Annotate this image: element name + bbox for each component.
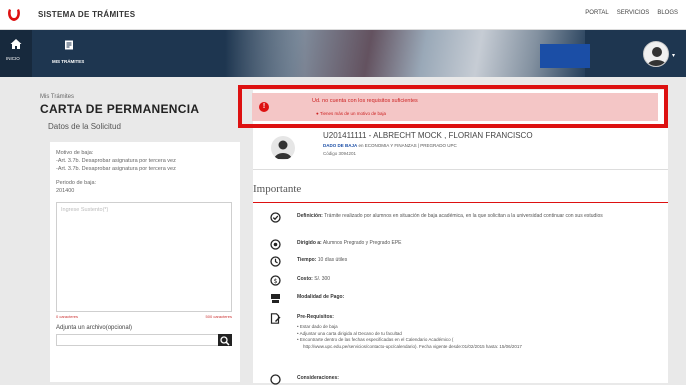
section-title: Datos de la Solicitud <box>48 122 121 131</box>
nav-bar: INICIO MIS TRÁMITES ▾ <box>0 30 686 77</box>
top-links: PORTAL SERVICIOS BLOGS <box>585 10 678 16</box>
attach-search-button[interactable] <box>218 334 232 346</box>
prereq-item[interactable]: http://www.upc.edu.pe/servicios/contacto… <box>297 344 657 351</box>
document-icon <box>65 40 73 50</box>
prereq-label: Pre-Requisitos: <box>297 314 334 320</box>
consideraciones-label: Consideraciones: <box>297 375 339 381</box>
user-avatar-icon <box>647 47 667 66</box>
divider <box>253 202 668 203</box>
motivo-label: Motivo de baja: <box>56 150 94 156</box>
costo-label: Costo: <box>297 276 313 282</box>
importante-title: Importante <box>253 183 302 195</box>
info-consideraciones: Consideraciones: <box>270 374 657 385</box>
info-costo: $ Costo: S/. 300 <box>270 275 657 286</box>
status-badge: DADO DE BAJA <box>323 143 358 148</box>
mis-tramites-nav-item[interactable]: MIS TRÁMITES <box>40 30 92 77</box>
periodo-value: 201400 <box>56 188 75 194</box>
home-label: INICIO <box>6 56 20 61</box>
user-avatar[interactable] <box>643 41 669 67</box>
coin-icon: $ <box>270 275 281 286</box>
search-icon <box>220 336 230 346</box>
portal-link[interactable]: PORTAL <box>585 10 608 16</box>
tiempo-text: 10 días útiles <box>316 257 348 263</box>
motivo-value: -Art. 3.7b. Desaprobar asignatura por te… <box>56 166 176 172</box>
svg-text:$: $ <box>274 278 278 285</box>
definicion-label: Definición: <box>297 213 323 219</box>
home-icon <box>10 39 22 49</box>
dirigido-text: Alumnos Pregrado y Pregrado EPE <box>321 240 402 246</box>
periodo-label: Periodo de baja: <box>56 180 97 186</box>
tiempo-label: Tiempo: <box>297 257 317 263</box>
attach-file-input[interactable] <box>56 334 232 346</box>
redacted-user-block <box>540 44 590 68</box>
request-form: Motivo de baja: -Art. 3.7b. Desaprobar a… <box>50 142 240 382</box>
page-title: CARTA DE PERMANENCIA <box>40 102 200 116</box>
check-circle-icon <box>270 212 281 223</box>
home-nav-item[interactable]: INICIO <box>0 30 32 77</box>
document-edit-icon <box>270 313 281 324</box>
clock-icon <box>270 256 281 267</box>
student-status: DADO DE BAJA en ECONOMIA Y FINANZAS | PR… <box>323 143 457 148</box>
info-dirigido: Dirigido a: Alumnos Pregrado y Pregrado … <box>270 239 657 250</box>
payment-terminal-icon <box>271 294 280 303</box>
breadcrumb[interactable]: Mis Trámites <box>40 94 240 100</box>
mis-tramites-label: MIS TRÁMITES <box>52 59 85 64</box>
definicion-text: Trámite realizado por alumnos en situaci… <box>322 213 603 219</box>
student-name: U201411111 - ALBRECHT MOCK , FLORIAN FRA… <box>323 131 533 140</box>
char-count-used: 0 caracteres <box>56 314 79 319</box>
info-modalidad: Modalidad de Pago: <box>270 293 657 304</box>
upc-logo-icon[interactable] <box>6 7 22 23</box>
servicios-link[interactable]: SERVICIOS <box>617 10 650 16</box>
student-card: U201411111 - ALBRECHT MOCK , FLORIAN FRA… <box>253 128 668 170</box>
target-icon <box>270 239 281 250</box>
blogs-link[interactable]: BLOGS <box>657 10 678 16</box>
char-count-max: 500 caracteres <box>205 314 232 319</box>
info-definicion: Definición: Trámite realizado por alumno… <box>270 212 657 223</box>
chevron-down-icon[interactable]: ▾ <box>672 52 675 59</box>
modalidad-label: Modalidad de Pago: <box>297 294 345 300</box>
student-program: en ECONOMIA Y FINANZAS | PREGRADO UPC <box>357 143 457 148</box>
student-code: Código 3094201 <box>323 151 357 156</box>
top-bar: SISTEMA DE TRÁMITES PORTAL SERVICIOS BLO… <box>0 0 686 30</box>
costo-text: S/. 300 <box>312 276 331 282</box>
app-title: SISTEMA DE TRÁMITES <box>38 10 136 19</box>
student-avatar <box>271 136 295 160</box>
user-avatar-icon <box>274 140 292 159</box>
info-prerequisitos: Pre-Requisitos: • Estar dado de baja • A… <box>270 313 657 350</box>
sustento-textarea[interactable]: Ingrese Sustento(*) <box>56 202 232 312</box>
highlight-frame <box>238 85 668 128</box>
request-header: Mis Trámites CARTA DE PERMANENCIA Datos … <box>40 90 240 131</box>
attach-label: Adjunta un archivo(opcional) <box>56 325 133 331</box>
info-tiempo: Tiempo: 10 días útiles <box>270 256 657 267</box>
char-counter: 0 caracteres 500 caracteres <box>56 314 232 319</box>
motivo-value: -Art. 3.7b. Desaprobar asignatura por te… <box>56 158 176 164</box>
dirigido-label: Dirigido a: <box>297 240 322 246</box>
info-circle-icon <box>270 374 281 385</box>
